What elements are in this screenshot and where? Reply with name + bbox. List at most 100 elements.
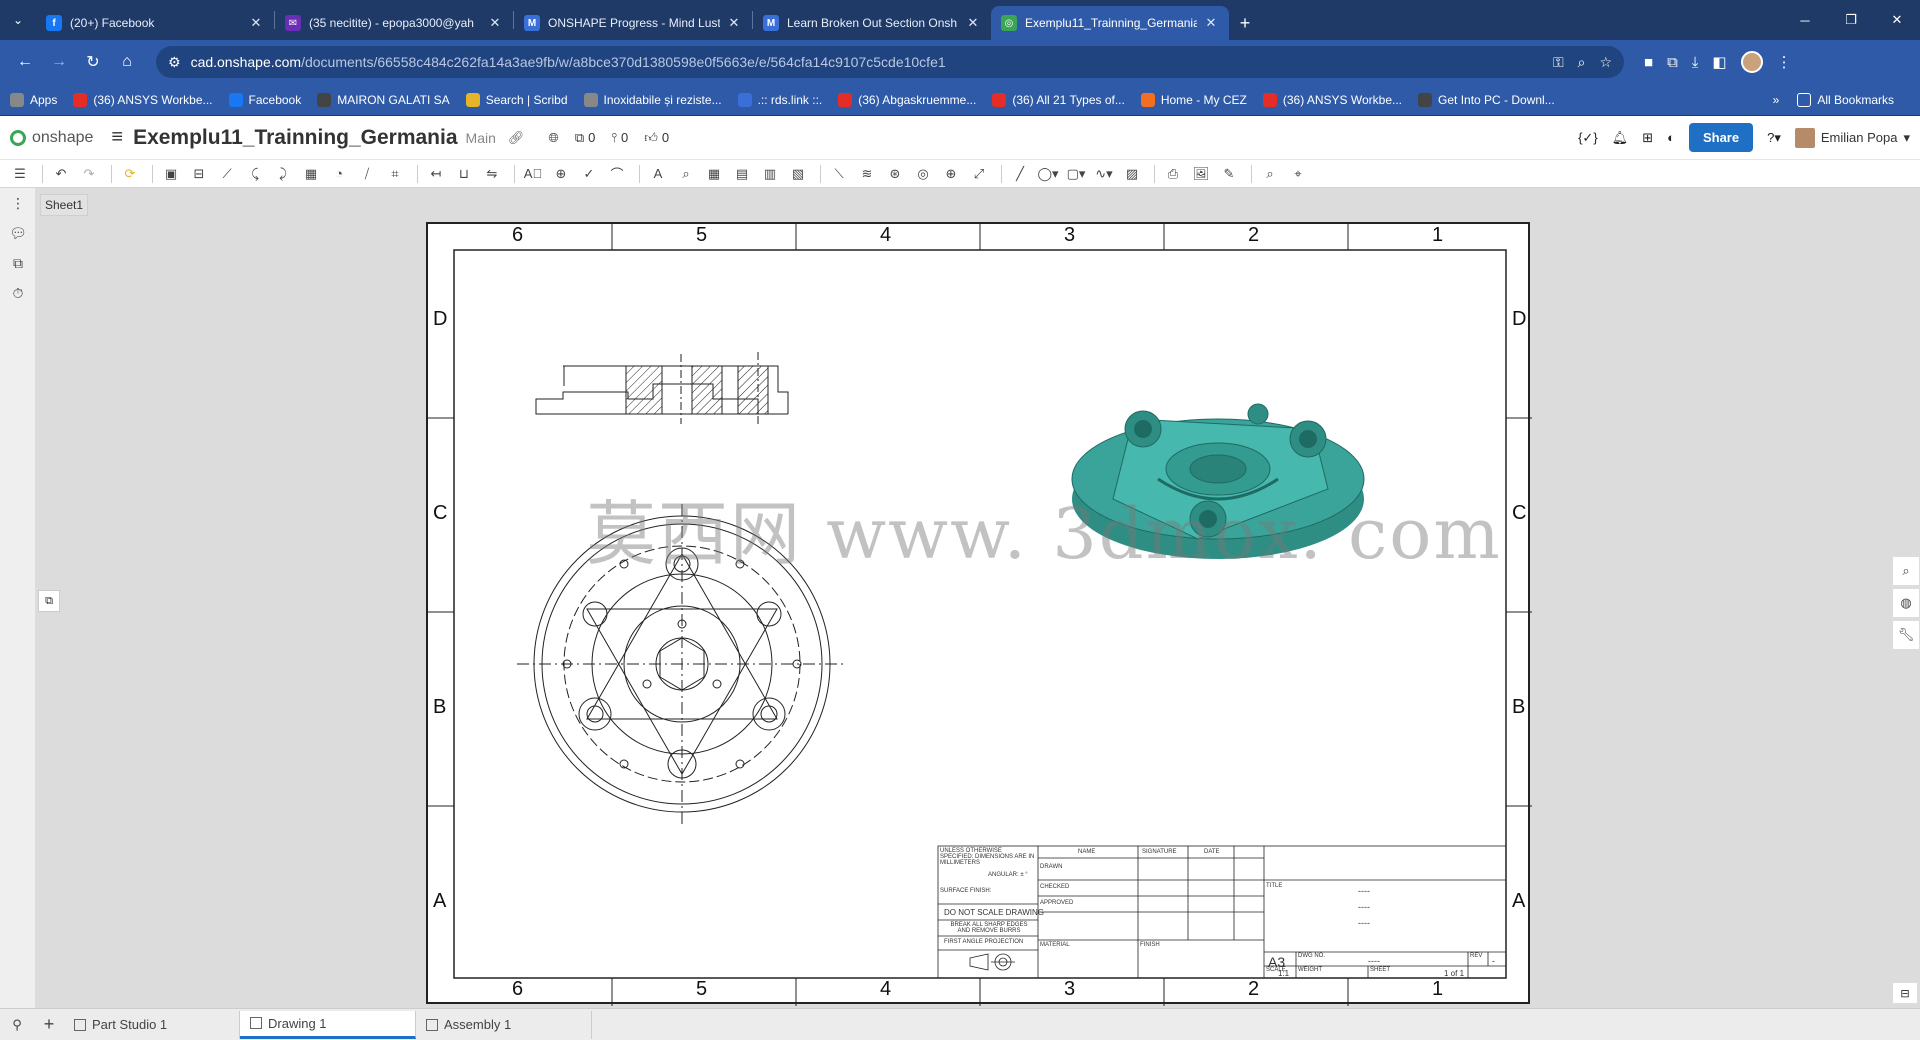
link-icon[interactable]: 🔗︎ xyxy=(508,130,525,146)
centerline-multi-icon[interactable]: ≋ xyxy=(855,163,879,185)
browser-menu-icon[interactable]: ⋮ xyxy=(1777,53,1792,71)
browser-tab-mindlust[interactable]: M ONSHAPE Progress - Mind Lust ✕ xyxy=(514,6,752,40)
chain-icon[interactable]: ⤢ xyxy=(967,163,991,185)
zoom-icon[interactable]: ⌕ xyxy=(1578,54,1586,71)
auxiliary-view-icon[interactable]: ⟋ xyxy=(215,163,239,185)
insert-dxf-icon[interactable]: ⎙ xyxy=(1161,163,1185,185)
extensions-puzzle-icon[interactable]: ⧉ xyxy=(1667,54,1678,71)
all-bookmarks[interactable]: All Bookmarks xyxy=(1797,92,1894,107)
more-bookmarks-chevron-icon[interactable]: » xyxy=(1773,93,1780,107)
bookmark-apps[interactable]: Apps xyxy=(10,92,57,107)
bookmark-item[interactable]: Search | Scribd xyxy=(465,92,568,107)
bolt-circle-icon[interactable]: ◎ xyxy=(911,163,935,185)
bookmark-item[interactable]: Inoxidabile și reziste... xyxy=(583,92,722,107)
new-tab-plus-icon[interactable]: + xyxy=(1229,6,1261,40)
history-icon[interactable]: ⏱︎ xyxy=(0,278,36,308)
broken-out-section-icon[interactable]: ▦ xyxy=(299,163,323,185)
callout-icon[interactable]: ⊕ xyxy=(549,163,573,185)
tab-assembly-1[interactable]: Assembly 1 xyxy=(416,1010,592,1039)
bookmark-item[interactable]: MAIRON GALATI SA xyxy=(317,92,450,107)
hamburger-menu-icon[interactable]: ≡ xyxy=(111,126,123,149)
minimize-icon[interactable]: ─ xyxy=(1782,0,1828,40)
insert-view-icon[interactable]: ▣ xyxy=(159,163,183,185)
close-icon[interactable]: ✕ xyxy=(248,15,264,31)
circle-icon[interactable]: ◯▾ xyxy=(1036,163,1060,185)
bookmark-item[interactable]: Get Into PC - Downl... xyxy=(1418,92,1555,107)
bookmark-item[interactable]: (36) All 21 Types of... xyxy=(992,92,1125,107)
user-menu[interactable]: Emilian Popa ▾ xyxy=(1794,127,1910,148)
break-view-icon[interactable]: ⧸ xyxy=(355,163,379,185)
hole-table-icon[interactable]: ▥ xyxy=(758,163,782,185)
browser-tab-broken-out[interactable]: M Learn Broken Out Section Onsh ✕ xyxy=(753,6,991,40)
redo-icon[interactable]: ↷ xyxy=(77,163,101,185)
rectangle-icon[interactable]: ▢▾ xyxy=(1064,163,1088,185)
feature-list-icon[interactable]: ☰ xyxy=(8,163,32,185)
appearance-panel-icon[interactable]: ◍ xyxy=(1892,588,1920,618)
side-panel-icon[interactable]: ◧ xyxy=(1712,53,1726,71)
add-tab-plus-icon[interactable]: + xyxy=(34,1014,64,1035)
bom-icon[interactable]: ▤ xyxy=(730,163,754,185)
zoom-to-fit-icon[interactable]: ⌕ xyxy=(1258,163,1282,185)
window-close-icon[interactable]: ✕ xyxy=(1874,0,1920,40)
forward-arrow-icon[interactable]: → xyxy=(44,47,74,77)
download-icon[interactable]: ⤓ xyxy=(1692,54,1699,71)
note-icon[interactable]: A⃞ xyxy=(521,163,545,185)
zoom-window-icon[interactable]: ⌖ xyxy=(1286,163,1310,185)
close-icon[interactable]: ✕ xyxy=(965,15,981,31)
center-point-icon[interactable]: ⊕ xyxy=(939,163,963,185)
table-icon[interactable]: ▦ xyxy=(702,163,726,185)
bookmark-star-icon[interactable]: ☆ xyxy=(1599,54,1612,71)
inspect-panel-icon[interactable]: ⌕ xyxy=(1892,556,1920,586)
baseline-dimension-icon[interactable]: ⊔ xyxy=(452,163,476,185)
drawing-sheet[interactable]: 6 5 4 3 2 1 6 5 4 3 2 1 D C B A D C B A … xyxy=(426,222,1532,1006)
browser-tab-onshape-active[interactable]: ◎ Exemplu11_Trainning_Germania ✕ xyxy=(991,6,1229,40)
sheet-tab[interactable]: Sheet1 xyxy=(40,194,89,216)
address-bar[interactable]: ⚙ cad.onshape.com/documents/66558c484c26… xyxy=(156,46,1624,78)
tab-drawing-1[interactable]: Drawing 1 xyxy=(240,1010,416,1039)
projected-view-icon[interactable]: ⊟ xyxy=(187,163,211,185)
properties-wrench-icon[interactable]: 🔧︎ xyxy=(1892,620,1920,650)
tab-search-chevron-icon[interactable]: ⌄ xyxy=(0,0,36,40)
line-icon[interactable]: ╱ xyxy=(1008,163,1032,185)
expand-panel-icon[interactable]: ⊟ xyxy=(1892,982,1918,1004)
back-arrow-icon[interactable]: ← xyxy=(10,47,40,77)
bookmark-item[interactable]: (36) ANSYS Workbe... xyxy=(73,92,213,107)
close-icon[interactable]: ✕ xyxy=(1203,15,1219,31)
key-icon[interactable]: ⚿ xyxy=(1553,54,1564,71)
document-title[interactable]: Exemplu11_Trainning_Germania xyxy=(133,126,457,150)
insert-image-icon[interactable]: 🖼︎ xyxy=(1189,163,1213,185)
centerline-icon[interactable]: ⟍ xyxy=(827,163,851,185)
notifications-icon[interactable]: 🔔︎ xyxy=(1612,130,1629,146)
help-icon[interactable]: ?▾ xyxy=(1767,130,1781,146)
tab-part-studio-1[interactable]: Part Studio 1 xyxy=(64,1010,240,1039)
bookmark-item[interactable]: (36) Abgaskruemme... xyxy=(838,92,976,107)
branches-count[interactable]: ⫯ 0 xyxy=(611,130,628,146)
hatch-icon[interactable]: ▨ xyxy=(1120,163,1144,185)
view-cube-button[interactable]: ⧉ xyxy=(38,590,60,612)
likes-count[interactable]: 👍︎ 0 xyxy=(644,130,669,146)
assembly-icon[interactable]: ⧉ xyxy=(0,248,36,278)
browser-tab-mail[interactable]: ✉ (35 necitite) - epopa3000@yah ✕ xyxy=(275,6,513,40)
onshape-logo[interactable]: onshape xyxy=(10,129,93,147)
bookmark-item[interactable]: (36) ANSYS Workbe... xyxy=(1262,92,1402,107)
versions-count[interactable]: ⧉ 0 xyxy=(575,130,596,146)
centermark-icon[interactable]: ⊛ xyxy=(883,163,907,185)
profile-avatar[interactable] xyxy=(1740,51,1763,73)
close-icon[interactable]: ✕ xyxy=(726,15,742,31)
surface-finish-icon[interactable]: ✓ xyxy=(577,163,601,185)
comments-icon[interactable]: 💬︎ xyxy=(0,218,36,248)
home-icon[interactable]: ⌂ xyxy=(112,47,142,77)
featurescript-icon[interactable]: {✓} xyxy=(1578,130,1598,146)
public-globe-icon[interactable]: 🌐︎ xyxy=(548,130,558,146)
feature-tree-icon[interactable]: ⋮ xyxy=(0,188,36,218)
learning-center-icon[interactable]: ◐ xyxy=(1667,130,1675,145)
restore-icon[interactable]: ❐ xyxy=(1828,0,1874,40)
section-view-icon[interactable]: ⤹ xyxy=(243,163,267,185)
bookmark-item[interactable]: Facebook xyxy=(228,92,301,107)
inspect-icon[interactable]: ⌕ xyxy=(674,163,698,185)
text-icon[interactable]: A xyxy=(646,163,670,185)
extension-square-icon[interactable]: ■ xyxy=(1644,54,1653,71)
tab-manager-icon[interactable]: ⚲ xyxy=(0,1017,34,1033)
detail-view-icon[interactable]: ◔ xyxy=(327,163,351,185)
close-icon[interactable]: ✕ xyxy=(487,15,503,31)
